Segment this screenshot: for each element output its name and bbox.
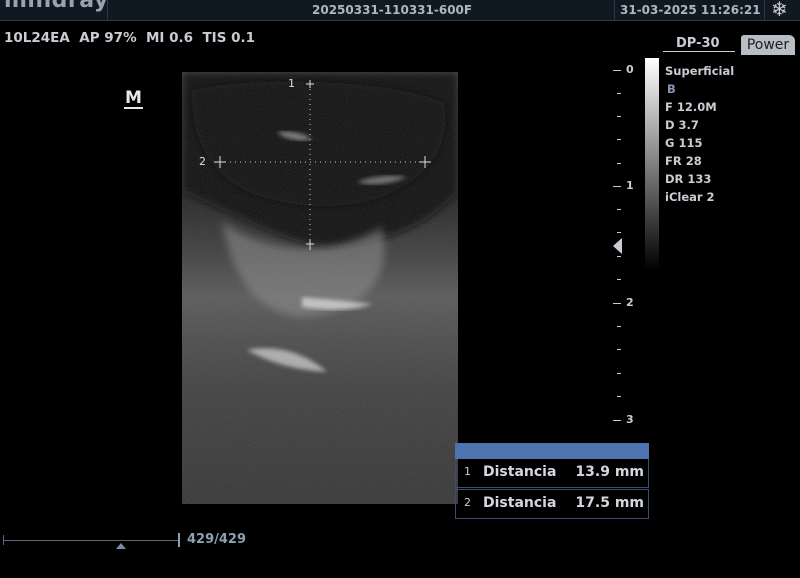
cine-slider-end [178,533,180,547]
depth-label: 2 [626,296,634,309]
depth-tick [617,326,621,327]
dynamic-range-label: DR 133 [665,172,712,186]
top-bar-divider [764,0,765,20]
depth-tick [617,209,621,210]
ultrasound-image-render [182,72,458,504]
frame-rate-label: FR 28 [665,154,702,168]
measurement-index: 1 [464,465,471,478]
mode-label: B [667,82,676,96]
measurement-index: 2 [464,496,471,509]
depth-tick [613,70,621,71]
gain-label: G 115 [665,136,703,150]
acquisition-params: 10L24EA AP 97% MI 0.6 TIS 0.1 [4,30,256,46]
depth-tick [613,420,621,421]
iclear-label: iClear 2 [665,190,715,204]
measurement-row[interactable]: 1 Distancia 13.9 mm [455,459,649,488]
measurement-results: 1 Distancia 13.9 mm 2 Distancia 17.5 mm [455,443,649,519]
grayscale-bar [645,58,659,270]
depth-label: 3 [626,413,634,426]
date-time: 31-03-2025 11:26:21 [620,3,761,17]
depth-label: 0 [626,63,634,76]
depth-tick [617,139,621,140]
depth-tick [617,232,621,233]
top-bar: mindray 20250331-110331-600F 31-03-2025 … [0,0,800,21]
measurement-value: 13.9 mm [575,464,644,480]
frequency-label: F 12.0M [665,100,717,114]
depth-tick [617,116,621,117]
depth-tick [617,256,621,257]
depth-tick [613,303,621,304]
brand-logo: mindray [4,0,109,13]
caliper-label-2: 2 [199,155,206,168]
power-tab[interactable]: Power [741,35,795,55]
depth-tick [617,373,621,374]
depth-tick [617,279,621,280]
cine-slider-thumb[interactable] [116,543,126,549]
depth-label: 1 [626,179,634,192]
patient-id: 20250331-110331-600F [312,3,473,17]
cine-slider-track[interactable] [4,540,178,541]
top-bar-divider [107,0,304,20]
focus-marker-icon[interactable] [613,238,622,254]
ultrasound-image[interactable]: 1 [182,72,458,504]
measurement-results-header [455,443,649,459]
measurement-name: Distancia [483,495,557,511]
orientation-marker: M [124,88,143,109]
frame-counter: 429/429 [187,532,247,547]
imaging-settings: Superficial B F 12.0M D 3.7 G 115 FR 28 … [665,62,734,206]
depth-tick [617,163,621,164]
depth-tick [613,186,621,187]
depth-tick [617,349,621,350]
measurement-value: 17.5 mm [575,495,644,511]
caliper-label-1: 1 [288,77,295,90]
probe-model: DP-30 [663,36,735,52]
depth-label: D 3.7 [665,118,699,132]
depth-tick [617,396,621,397]
measurement-row[interactable]: 2 Distancia 17.5 mm [455,489,649,519]
depth-tick [617,93,621,94]
measurement-name: Distancia [483,464,557,480]
preset-label: Superficial [665,64,735,78]
snowflake-icon[interactable]: ❄ [771,0,788,21]
